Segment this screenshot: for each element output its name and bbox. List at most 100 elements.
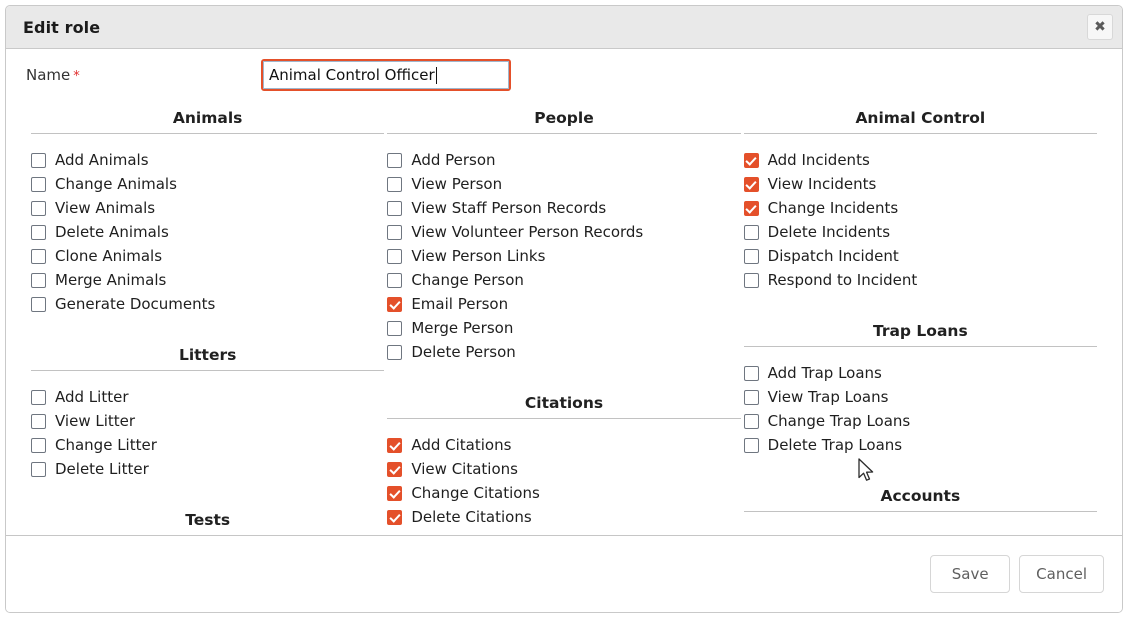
- permission-checkbox-row[interactable]: Change Incidents: [743, 196, 1097, 220]
- permission-checkbox-row[interactable]: Change Litter: [31, 433, 384, 457]
- permission-label: Respond to Incident: [767, 271, 918, 289]
- permission-checkbox-row[interactable]: View Person: [387, 172, 740, 196]
- checkbox-unchecked-icon[interactable]: [31, 224, 46, 240]
- permission-checkbox-row[interactable]: Dispatch Incident: [743, 244, 1097, 268]
- permission-label: View Litter: [55, 412, 136, 430]
- permission-checkbox-row[interactable]: View Litter: [31, 409, 384, 433]
- permission-label: Delete Litter: [55, 460, 149, 478]
- checkbox-unchecked-icon[interactable]: [387, 224, 403, 240]
- required-marker: *: [73, 69, 80, 84]
- permission-checkbox-row[interactable]: View Volunteer Person Records: [387, 220, 740, 244]
- checkbox-unchecked-icon[interactable]: [31, 200, 46, 216]
- checkbox-unchecked-icon[interactable]: [31, 272, 46, 288]
- permission-checkbox-row[interactable]: Email Person: [387, 292, 740, 316]
- checkbox-checked-icon[interactable]: [743, 200, 759, 216]
- permission-label: Change Citations: [411, 484, 540, 502]
- permission-label: Delete Animals: [55, 223, 169, 241]
- permission-label: Delete Trap Loans: [767, 436, 903, 454]
- permission-checkbox-row[interactable]: Delete Citations: [387, 505, 740, 529]
- checkbox-unchecked-icon[interactable]: [743, 224, 759, 240]
- name-label-text: Name: [26, 66, 71, 84]
- checkbox-unchecked-icon[interactable]: [387, 248, 403, 264]
- permission-checkbox-row[interactable]: Delete Incidents: [743, 220, 1097, 244]
- permission-label: Change Trap Loans: [767, 412, 911, 430]
- checkbox-unchecked-icon[interactable]: [31, 461, 46, 477]
- section-divider: [743, 133, 1097, 134]
- permission-label: View Incidents: [767, 175, 877, 193]
- name-input-value: Animal Control Officer: [269, 66, 435, 84]
- permission-checkbox-row[interactable]: Respond to Incident: [743, 268, 1097, 292]
- checkbox-unchecked-icon[interactable]: [31, 152, 46, 168]
- checkbox-unchecked-icon[interactable]: [31, 296, 46, 312]
- permission-checkbox-row[interactable]: Add Citations: [387, 433, 740, 457]
- permission-label: Change Animals: [55, 175, 177, 193]
- checkbox-unchecked-icon[interactable]: [387, 272, 403, 288]
- checkbox-checked-icon[interactable]: [743, 176, 759, 192]
- dialog-title: Edit role: [23, 17, 101, 37]
- permission-label: Email Person: [411, 295, 509, 313]
- name-input[interactable]: Animal Control Officer: [261, 59, 511, 91]
- permission-checkbox-row[interactable]: Change Trap Loans: [743, 409, 1097, 433]
- permission-checkbox-row[interactable]: Delete Animals: [31, 220, 384, 244]
- text-caret: [435, 66, 437, 84]
- checkbox-unchecked-icon[interactable]: [31, 437, 46, 453]
- permission-checkbox-row[interactable]: View Person Links: [387, 244, 740, 268]
- permission-checkbox-row[interactable]: Delete Person: [387, 340, 740, 364]
- permission-checkbox-row[interactable]: Delete Trap Loans: [743, 433, 1097, 457]
- permission-column: People Add Person View Person View Staff Pe…: [387, 101, 741, 535]
- name-field-row: Name * Animal Control Officer: [6, 49, 1122, 101]
- section-divider: [743, 511, 1097, 512]
- permission-checkbox-row[interactable]: View Staff Person Records: [387, 196, 740, 220]
- checkbox-checked-icon[interactable]: [387, 509, 403, 525]
- checkbox-unchecked-icon[interactable]: [31, 389, 46, 405]
- permission-checkbox-row[interactable]: Change Person: [387, 268, 740, 292]
- cancel-button[interactable]: Cancel: [1019, 555, 1104, 593]
- checkbox-unchecked-icon[interactable]: [743, 248, 759, 264]
- checkbox-unchecked-icon[interactable]: [387, 344, 403, 360]
- checkbox-checked-icon[interactable]: [387, 461, 403, 477]
- permission-checkbox-row[interactable]: View Citations: [387, 457, 740, 481]
- permission-checkbox-row[interactable]: Merge Person: [387, 316, 740, 340]
- permission-checkbox-row[interactable]: Change Animals: [31, 172, 384, 196]
- permission-checkbox-row[interactable]: View Trap Loans: [743, 385, 1097, 409]
- checkbox-unchecked-icon[interactable]: [743, 389, 759, 405]
- checkbox-checked-icon[interactable]: [387, 296, 403, 312]
- checkbox-unchecked-icon[interactable]: [31, 248, 46, 264]
- checkbox-unchecked-icon[interactable]: [743, 413, 759, 429]
- checkbox-unchecked-icon[interactable]: [31, 176, 46, 192]
- permission-checkbox-row[interactable]: Add Person: [387, 148, 740, 172]
- permission-label: Merge Person: [411, 319, 514, 337]
- permission-checkbox-row[interactable]: Add Litter: [31, 385, 384, 409]
- permission-label: View Person Links: [411, 247, 546, 265]
- checkbox-unchecked-icon[interactable]: [31, 413, 46, 429]
- name-input-inner[interactable]: Animal Control Officer: [263, 61, 509, 89]
- permission-checkbox-row[interactable]: Delete Litter: [31, 457, 384, 481]
- checkbox-unchecked-icon[interactable]: [743, 272, 759, 288]
- checkbox-checked-icon[interactable]: [743, 152, 759, 168]
- checkbox-checked-icon[interactable]: [387, 437, 403, 453]
- checkbox-unchecked-icon[interactable]: [387, 200, 403, 216]
- permission-label: View Trap Loans: [767, 388, 889, 406]
- permission-checkbox-row[interactable]: Add Incidents: [743, 148, 1097, 172]
- checkbox-unchecked-icon[interactable]: [387, 152, 403, 168]
- permission-checkbox-row[interactable]: Clone Animals: [31, 244, 384, 268]
- close-icon[interactable]: ✖: [1087, 14, 1113, 40]
- permission-checkbox-row[interactable]: Add Animals: [31, 148, 384, 172]
- checkbox-unchecked-icon[interactable]: [743, 437, 759, 453]
- permission-checkbox-row[interactable]: Add Trap Loans: [743, 361, 1097, 385]
- permission-checkbox-row[interactable]: View Animals: [31, 196, 384, 220]
- checkbox-unchecked-icon[interactable]: [387, 320, 403, 336]
- permission-label: Delete Incidents: [767, 223, 891, 241]
- checkbox-unchecked-icon[interactable]: [387, 176, 403, 192]
- permission-checkbox-row[interactable]: Generate Documents: [31, 292, 384, 316]
- permission-checkbox-row[interactable]: Merge Animals: [31, 268, 384, 292]
- save-button[interactable]: Save: [930, 555, 1011, 593]
- permission-checkbox-row[interactable]: View Incidents: [743, 172, 1097, 196]
- checkbox-checked-icon[interactable]: [387, 485, 403, 501]
- permission-checkbox-row[interactable]: Change Citations: [387, 481, 740, 505]
- checkbox-unchecked-icon[interactable]: [743, 365, 759, 381]
